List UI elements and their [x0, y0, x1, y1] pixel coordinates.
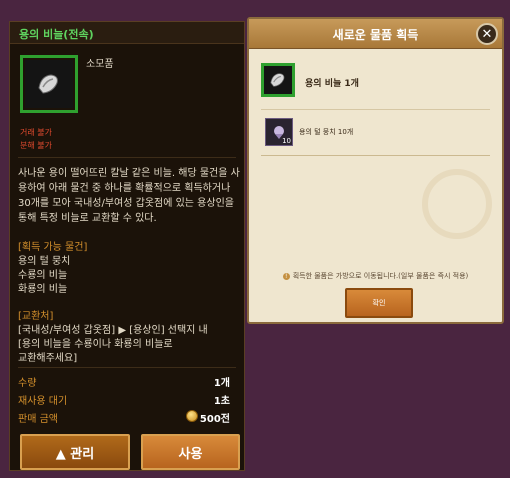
divider	[18, 367, 236, 368]
notice-text: ! 획득한 물품은 가방으로 이동됩니다.(일부 물품은 즉시 적용)	[249, 271, 502, 281]
close-icon[interactable]: ✕	[476, 23, 498, 45]
confirm-button[interactable]: 확인	[345, 288, 413, 318]
item-tooltip-panel: 용의 비늘(전속) 소모품 거래 불가 분해 불가 사나운 용이 떨어뜨린 칼날…	[9, 21, 245, 471]
item-slot[interactable]	[20, 55, 78, 113]
notice-label: 획득한 물품은 가방으로 이동됩니다.(일부 물품은 즉시 적용)	[292, 272, 469, 280]
sub-item-count: 10	[282, 137, 291, 145]
dialog-header: 새로운 물품 획득 ✕	[249, 19, 502, 49]
dialog-title: 새로운 물품 획득	[332, 28, 419, 42]
coin-icon	[186, 410, 198, 422]
cooldown-row: 재사용 대기 1초	[18, 392, 236, 407]
obtainable-item: 화룡의 비늘	[18, 284, 68, 295]
quantity-row: 수량 1개	[18, 374, 236, 389]
divider	[261, 109, 490, 110]
sub-item-name: 용의 털 뭉치 10개	[299, 128, 354, 136]
obtainable-item: 수룡의 비늘	[18, 270, 68, 281]
sell-price-value: 500전	[199, 414, 230, 425]
divider	[261, 155, 490, 156]
cooldown-value: 1초	[213, 396, 230, 407]
sub-item-slot[interactable]: 10	[265, 118, 293, 146]
cooldown-label: 재사용 대기	[18, 396, 68, 407]
quantity-label: 수량	[18, 378, 37, 389]
no-trade-flag: 거래 불가	[20, 128, 52, 137]
obtained-item-name: 용의 비늘 1개	[305, 79, 359, 89]
tooltip-header: 용의 비늘(전속)	[10, 22, 244, 44]
info-icon: !	[282, 272, 290, 280]
item-type: 소모품	[86, 59, 114, 70]
sell-price-row: 판매 금액 500전	[18, 410, 236, 425]
exchange-line: 교환해주세요]	[18, 353, 78, 364]
exchange-header: [교환처]	[18, 311, 54, 322]
obtained-item-slot[interactable]	[261, 63, 295, 97]
obtainable-header: [획득 가능 물건]	[18, 242, 88, 253]
no-disassemble-flag: 분해 불가	[20, 141, 52, 150]
dragon-scale-icon	[270, 73, 285, 87]
item-description: 사나운 용이 떨어뜨린 칼날 같은 비늘. 해당 물건을 사용하여 아래 물건 …	[18, 168, 240, 224]
divider	[18, 157, 236, 158]
sell-price-label: 판매 금액	[18, 414, 58, 425]
exchange-line: [국내성/부여성 갑옷점] ▶ [용상인] 선택지 내	[18, 325, 208, 336]
new-item-dialog: 새로운 물품 획득 ✕ 용의 비늘 1개 10 용의 털 뭉치 10개 ! 획득한…	[247, 17, 504, 324]
use-button[interactable]: 사용	[141, 434, 240, 470]
obtainable-item: 용의 털 뭉치	[18, 256, 71, 267]
quantity-value: 1개	[213, 378, 230, 389]
item-title: 용의 비늘(전속)	[19, 28, 94, 41]
background-ornament	[422, 169, 492, 239]
manage-button[interactable]: ▲ 관리	[20, 434, 130, 470]
exchange-line: [용의 비늘을 수룡이나 화룡의 비늘로	[18, 339, 173, 350]
dragon-scale-icon	[25, 60, 73, 108]
